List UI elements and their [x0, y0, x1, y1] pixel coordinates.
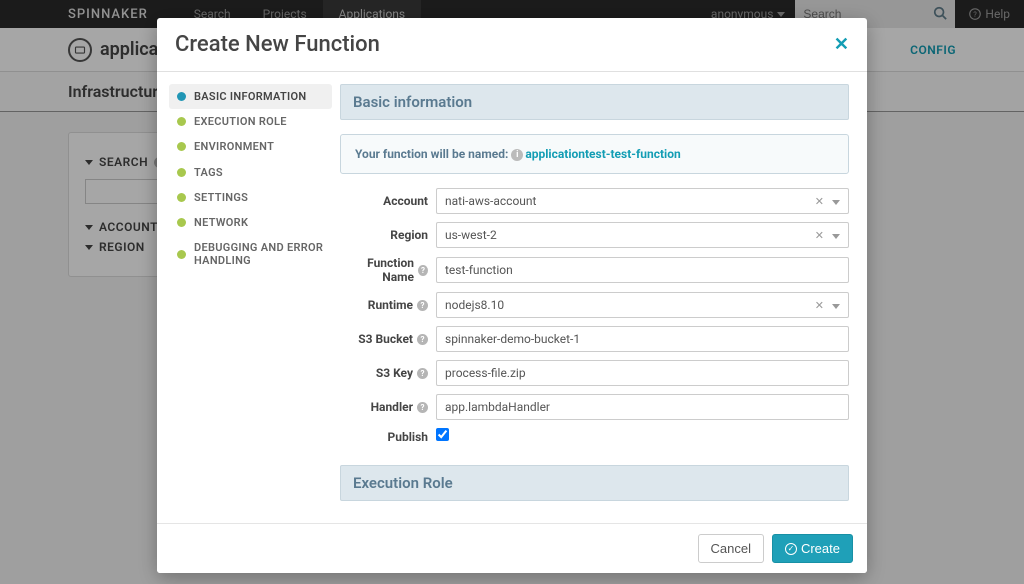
check-circle-icon [785, 543, 797, 555]
naming-infobox: Your function will be named: iapplicatio… [340, 134, 849, 174]
chevron-down-icon [832, 228, 840, 242]
field-publish: Publish [340, 428, 849, 445]
label-handler: Handler? [340, 400, 436, 414]
account-value: nati-aws-account [445, 194, 536, 208]
step-dot-icon [177, 218, 186, 227]
step-label: ENVIRONMENT [194, 140, 274, 153]
create-function-modal: Create New Function ✕ BASIC INFORMATION … [157, 18, 867, 573]
runtime-value: nodejs8.10 [445, 298, 504, 312]
chevron-down-icon [832, 194, 840, 208]
field-function-name: Function Name? [340, 256, 849, 284]
wizard-nav: BASIC INFORMATION EXECUTION ROLE ENVIRON… [157, 72, 332, 523]
step-label: NETWORK [194, 216, 248, 229]
step-label: DEBUGGING AND ERROR HANDLING [194, 241, 324, 267]
step-label: SETTINGS [194, 191, 248, 204]
modal-header: Create New Function ✕ [157, 18, 867, 71]
field-region: Region us-west-2 ✕ [340, 222, 849, 248]
wizard-step-environment[interactable]: ENVIRONMENT [169, 134, 332, 159]
step-dot-icon [177, 250, 186, 259]
account-select[interactable]: nati-aws-account ✕ [436, 188, 849, 214]
step-dot-icon [177, 117, 186, 126]
wizard-step-settings[interactable]: SETTINGS [169, 185, 332, 210]
clear-icon[interactable]: ✕ [815, 229, 824, 242]
control-account: nati-aws-account ✕ [436, 188, 849, 214]
chevron-down-icon [832, 298, 840, 312]
naming-prefix: Your function will be named: [355, 147, 511, 161]
create-button[interactable]: Create [772, 534, 853, 563]
handler-input[interactable] [436, 394, 849, 420]
clear-icon[interactable]: ✕ [815, 299, 824, 312]
publish-checkbox[interactable] [436, 428, 449, 441]
control-region: us-west-2 ✕ [436, 222, 849, 248]
section-basic-information: Basic information [340, 84, 849, 120]
help-icon[interactable]: ? [417, 334, 428, 345]
field-account: Account nati-aws-account ✕ [340, 188, 849, 214]
s3-bucket-input[interactable] [436, 326, 849, 352]
label-publish: Publish [340, 430, 436, 444]
modal-footer: Cancel Create [157, 523, 867, 573]
label-s3-bucket: S3 Bucket? [340, 332, 436, 346]
form-area: Basic information Your function will be … [332, 72, 867, 523]
region-value: us-west-2 [445, 228, 497, 242]
naming-value: applicationtest-test-function [525, 147, 680, 161]
function-name-input[interactable] [436, 257, 849, 283]
label-s3-key: S3 Key? [340, 366, 436, 380]
field-runtime: Runtime? nodejs8.10 ✕ [340, 292, 849, 318]
runtime-select[interactable]: nodejs8.10 ✕ [436, 292, 849, 318]
step-dot-icon [177, 142, 186, 151]
field-handler: Handler? [340, 394, 849, 420]
step-label: BASIC INFORMATION [194, 90, 306, 103]
step-dot-icon [177, 92, 186, 101]
field-s3-bucket: S3 Bucket? [340, 326, 849, 352]
info-icon[interactable]: i [511, 149, 523, 161]
wizard-step-basic-information[interactable]: BASIC INFORMATION [169, 84, 332, 109]
modal-body: BASIC INFORMATION EXECUTION ROLE ENVIRON… [157, 72, 867, 523]
step-label: EXECUTION ROLE [194, 115, 287, 128]
cancel-button[interactable]: Cancel [698, 534, 764, 563]
label-function-name: Function Name? [340, 256, 436, 284]
label-runtime: Runtime? [340, 298, 436, 312]
wizard-step-debugging[interactable]: DEBUGGING AND ERROR HANDLING [169, 235, 332, 273]
region-select[interactable]: us-west-2 ✕ [436, 222, 849, 248]
help-icon[interactable]: ? [417, 300, 428, 311]
modal-title: Create New Function [175, 32, 380, 57]
close-icon[interactable]: ✕ [834, 34, 849, 55]
modal-overlay: Create New Function ✕ BASIC INFORMATION … [0, 0, 1024, 584]
label-account: Account [340, 194, 436, 208]
wizard-step-execution-role[interactable]: EXECUTION ROLE [169, 109, 332, 134]
step-dot-icon [177, 168, 186, 177]
section-execution-role: Execution Role [340, 465, 849, 501]
s3-key-input[interactable] [436, 360, 849, 386]
field-s3-key: S3 Key? [340, 360, 849, 386]
help-icon[interactable]: ? [418, 265, 428, 276]
wizard-step-tags[interactable]: TAGS [169, 160, 332, 185]
step-dot-icon [177, 193, 186, 202]
step-label: TAGS [194, 166, 223, 179]
help-icon[interactable]: ? [417, 368, 428, 379]
control-runtime: nodejs8.10 ✕ [436, 292, 849, 318]
clear-icon[interactable]: ✕ [815, 195, 824, 208]
label-region: Region [340, 228, 436, 242]
wizard-step-network[interactable]: NETWORK [169, 210, 332, 235]
help-icon[interactable]: ? [417, 402, 428, 413]
